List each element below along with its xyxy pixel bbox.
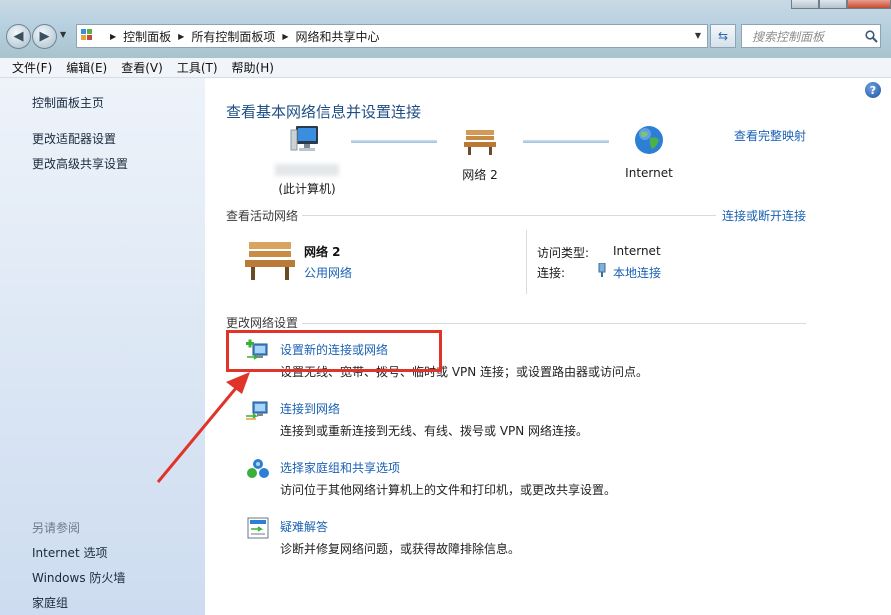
window-controls (791, 0, 891, 9)
address-bar[interactable]: ▶ 控制面板 ▶ 所有控制面板项 ▶ 网络和共享中心 ▼ (76, 24, 708, 48)
sidebar: 控制面板主页 更改适配器设置 更改高级共享设置 另请参阅 Internet 选项… (0, 78, 205, 615)
task-troubleshoot-desc: 诊断并修复网络问题，或获得故障排除信息。 (280, 542, 521, 556)
recent-pages-dropdown[interactable]: ▼ (60, 30, 66, 39)
network-label: 网络 2 (462, 168, 498, 182)
active-networks-heading: 查看活动网络 (226, 209, 299, 223)
window-chrome: ◀ ▶ ▼ ▶ 控制面板 ▶ 所有控制面板项 ▶ 网络和共享中心 ▼ ⇆ 搜索控… (0, 0, 891, 58)
maximize-button[interactable] (819, 0, 847, 9)
back-arrow-icon: ◀ (13, 29, 24, 44)
refresh-icon: ⇆ (717, 29, 729, 43)
address-dropdown-icon[interactable]: ▼ (695, 31, 701, 40)
connection-line (523, 140, 609, 143)
divider (302, 215, 716, 216)
homegroup-icon[interactable] (245, 457, 271, 481)
back-button[interactable]: ◀ (6, 24, 31, 49)
troubleshoot-icon[interactable] (245, 516, 271, 540)
forward-arrow-icon: ▶ (39, 29, 50, 44)
control-panel-icon (81, 29, 97, 43)
connect-network-icon[interactable] (245, 398, 271, 422)
minimize-button[interactable] (791, 0, 819, 9)
menu-help[interactable]: 帮助(H) (232, 59, 274, 76)
access-type-label: 访问类型: (537, 246, 590, 260)
refresh-button[interactable]: ⇆ (710, 24, 736, 48)
sidebar-link-advanced-sharing[interactable]: 更改高级共享设置 (32, 155, 128, 172)
divider (302, 323, 806, 324)
forward-button[interactable]: ▶ (32, 24, 57, 49)
active-network-name: 网络 2 (304, 245, 341, 259)
page-title: 查看基本网络信息并设置连接 (226, 103, 422, 121)
sidebar-link-adapter-settings[interactable]: 更改适配器设置 (32, 130, 116, 147)
see-also-heading: 另请参阅 (32, 521, 81, 535)
blurred-computer-name (275, 164, 339, 176)
globe-icon (635, 126, 663, 154)
bench-icon (245, 242, 295, 280)
computer-label: (此计算机) (278, 182, 336, 196)
full-map-link[interactable]: 查看完整映射 (734, 127, 806, 144)
sidebar-link-homegroup[interactable]: 家庭组 (32, 594, 68, 611)
close-button[interactable] (847, 0, 891, 9)
menu-tools[interactable]: 工具(T) (177, 59, 218, 76)
divider (526, 230, 527, 294)
menu-bar: 文件(F) 编辑(E) 查看(V) 工具(T) 帮助(H) (0, 58, 891, 78)
breadcrumb-network-center[interactable]: 网络和共享中心 (296, 28, 380, 45)
menu-file[interactable]: 文件(F) (12, 59, 52, 76)
task-homegroup-link[interactable]: 选择家庭组和共享选项 (280, 459, 400, 476)
sidebar-link-control-panel-home[interactable]: 控制面板主页 (32, 94, 104, 111)
connect-disconnect-link[interactable]: 连接或断开连接 (722, 207, 806, 224)
sidebar-link-windows-firewall[interactable]: Windows 防火墙 (32, 569, 125, 586)
internet-label: Internet (625, 166, 673, 180)
network-type-link[interactable]: 公用网络 (304, 264, 352, 281)
computer-icon (290, 126, 318, 151)
connection-line (351, 140, 437, 143)
access-type-value: Internet (613, 244, 661, 258)
change-settings-heading: 更改网络设置 (226, 316, 299, 330)
task-homegroup-desc: 访问位于其他网络计算机上的文件和打印机，或更改共享设置。 (280, 483, 617, 497)
search-icon[interactable] (862, 29, 880, 43)
map-node-network[interactable]: 网络 2 (450, 128, 510, 183)
connection-label: 连接: (537, 266, 566, 280)
map-node-computer[interactable]: (此计算机) (257, 124, 357, 197)
network-adapter-icon (598, 263, 606, 277)
task-connect-network-link[interactable]: 连接到网络 (280, 400, 340, 417)
menu-view[interactable]: 查看(V) (121, 59, 163, 76)
search-placeholder: 搜索控制面板 (752, 29, 825, 44)
sidebar-link-internet-options[interactable]: Internet 选项 (32, 544, 107, 561)
help-icon[interactable]: ? (865, 82, 881, 98)
breadcrumb-all-items[interactable]: 所有控制面板项 (191, 28, 275, 45)
bench-icon (464, 130, 496, 155)
local-connection-link[interactable]: 本地连接 (613, 264, 661, 281)
task-connect-network-desc: 连接到或重新连接到无线、有线、拨号或 VPN 网络连接。 (280, 424, 589, 438)
search-box[interactable]: 搜索控制面板 (741, 24, 881, 48)
task-troubleshoot-link[interactable]: 疑难解答 (280, 518, 328, 535)
map-node-internet[interactable]: Internet (619, 124, 679, 180)
menu-edit[interactable]: 编辑(E) (66, 59, 107, 76)
highlight-box (226, 330, 442, 372)
breadcrumb-control-panel[interactable]: 控制面板 (123, 28, 171, 45)
